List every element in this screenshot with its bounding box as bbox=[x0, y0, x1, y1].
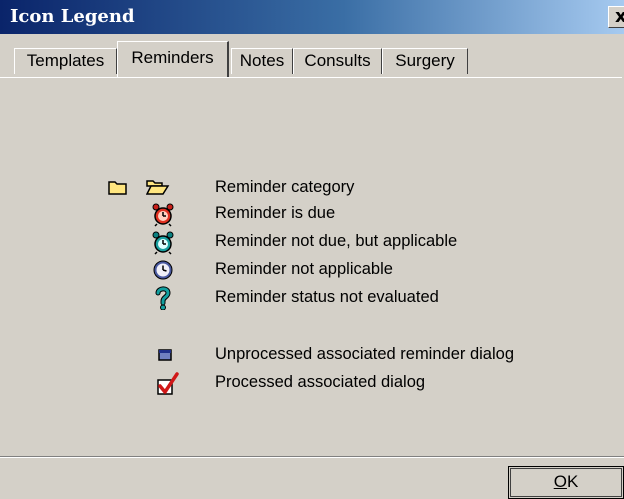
tab-reminders[interactable]: Reminders bbox=[117, 41, 229, 77]
legend-label: Reminder not applicable bbox=[215, 260, 393, 278]
tab-consults[interactable]: Consults bbox=[293, 48, 382, 74]
clock-icon bbox=[153, 260, 173, 280]
teal-alarm-clock-icon bbox=[152, 231, 174, 255]
legend-row-not-evaluated: Reminder status not evaluated bbox=[0, 286, 624, 312]
legend-label: Processed associated dialog bbox=[215, 373, 426, 391]
legend-label: Reminder not due, but applicable bbox=[215, 232, 458, 250]
title-bar[interactable]: Icon Legend x bbox=[0, 0, 624, 34]
ok-label: K bbox=[566, 472, 579, 491]
legend-row-category: Reminder category bbox=[0, 176, 624, 202]
dialog-box-icon bbox=[158, 349, 172, 361]
red-checkmark-icon bbox=[157, 372, 179, 395]
close-button[interactable]: x bbox=[608, 6, 624, 28]
ok-button[interactable]: OK bbox=[508, 466, 624, 499]
tab-strip: Templates Reminders Notes Consults Surge… bbox=[0, 38, 624, 78]
ok-mnemonic: O bbox=[553, 472, 567, 491]
folder-icon bbox=[108, 181, 127, 195]
legend-label: Reminder category bbox=[215, 178, 355, 196]
question-mark-icon bbox=[155, 286, 171, 310]
legend-row-due: Reminder is due bbox=[0, 202, 624, 228]
tab-surgery[interactable]: Surgery bbox=[382, 48, 468, 74]
tab-templates[interactable]: Templates bbox=[14, 48, 117, 74]
legend-label: Reminder status not evaluated bbox=[215, 288, 439, 306]
reminders-panel: Reminder category Reminder is due Remind… bbox=[0, 77, 622, 458]
legend-row-not-due: Reminder not due, but applicable bbox=[0, 230, 624, 256]
legend-label: Unprocessed associated reminder dialog bbox=[215, 345, 514, 363]
legend-row-unprocessed: Unprocessed associated reminder dialog bbox=[0, 343, 624, 369]
legend-row-processed: Processed associated dialog bbox=[0, 371, 624, 397]
tab-notes[interactable]: Notes bbox=[231, 48, 293, 74]
window-title: Icon Legend bbox=[10, 6, 135, 27]
legend-row-not-applicable: Reminder not applicable bbox=[0, 258, 624, 284]
folder-open-icon bbox=[146, 180, 170, 195]
close-icon: x bbox=[615, 6, 624, 27]
red-alarm-clock-icon bbox=[152, 203, 174, 227]
legend-label: Reminder is due bbox=[215, 204, 336, 222]
